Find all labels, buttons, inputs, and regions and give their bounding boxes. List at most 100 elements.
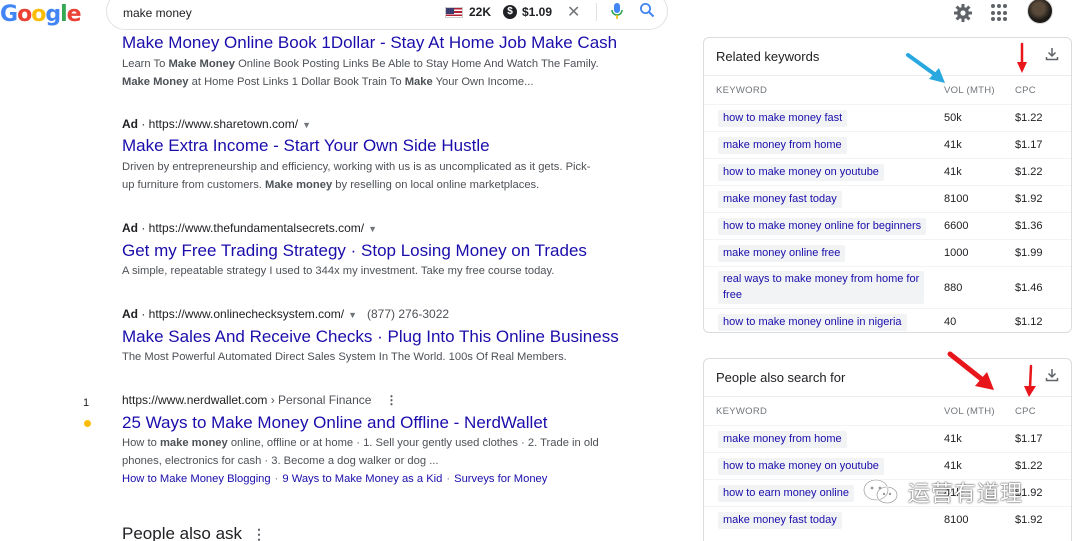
- ad-phone[interactable]: (877) 276-3022: [367, 307, 449, 321]
- search-result: Make Money Online Book 1Dollar - Stay At…: [122, 32, 682, 91]
- people-also-ask-label: People also ask: [122, 524, 243, 541]
- desc-line: Learn To Make Money Online Book Posting …: [122, 58, 599, 70]
- blue-annotation-arrow-icon: [906, 53, 945, 83]
- sitelink[interactable]: How to Make Money Blogging: [122, 473, 271, 485]
- result-description: How to make money online, offline or at …: [122, 434, 682, 470]
- clear-icon[interactable]: ✕: [567, 2, 580, 22]
- desc-line: How to make money online, offline or at …: [122, 437, 599, 449]
- result-title-link[interactable]: Make Sales And Receive Checks · Plug Int…: [122, 326, 682, 348]
- red-annotation-arrow-icon: [947, 351, 994, 390]
- microphone-icon[interactable]: [610, 2, 624, 20]
- result-title-link[interactable]: Make Extra Income - Start Your Own Side …: [122, 135, 682, 157]
- more-options-icon[interactable]: ⋮: [252, 526, 266, 541]
- keyword-link[interactable]: how to make money on youtube: [718, 458, 884, 475]
- red-annotation-arrow-icon: [1017, 42, 1027, 73]
- cpc-value: $1.36: [1015, 220, 1043, 232]
- table-row: make money fast today 8100 $1.92: [704, 506, 1071, 533]
- result-url-line: https://www.nerdwallet.com › Personal Fi…: [122, 393, 682, 409]
- apps-grid-icon[interactable]: [991, 4, 1009, 22]
- volume-value: 41k: [944, 166, 962, 178]
- download-icon[interactable]: [1045, 368, 1059, 382]
- cpc-value: $1.22: [1015, 112, 1043, 124]
- ad-url-line: Ad · https://www.onlinechecksystem.com/▼…: [122, 307, 450, 321]
- logo-letter: G: [0, 2, 18, 27]
- result-title-link[interactable]: Get my Free Trading Strategy · Stop Losi…: [122, 240, 682, 262]
- watermark-text: 运营有道理: [908, 482, 1024, 507]
- result-description: The Most Powerful Automated Direct Sales…: [122, 348, 682, 366]
- keyword-link[interactable]: how to make money on youtube: [718, 164, 884, 181]
- column-header[interactable]: VOL (MTH): [944, 406, 995, 417]
- column-header[interactable]: CPC: [1015, 85, 1036, 96]
- wechat-logo-icon: [863, 479, 898, 504]
- result-url[interactable]: https://www.nerdwallet.com: [122, 393, 267, 407]
- keyword-link[interactable]: how to earn money online: [718, 485, 854, 502]
- keyword-line: real ways to make money from home for: [723, 273, 920, 285]
- keyword-link[interactable]: make money online free: [718, 245, 846, 262]
- search-box[interactable]: make money 22K $ $1.09 ✕: [106, 0, 668, 30]
- result-url[interactable]: https://www.onlinechecksystem.com/: [149, 307, 344, 321]
- ad-label: Ad: [122, 117, 138, 131]
- result-url[interactable]: https://www.thefundamentalsecrets.com/: [149, 221, 364, 235]
- cpc-value: $1.17: [1015, 139, 1043, 151]
- result-breadcrumb: › Personal Finance: [267, 393, 372, 407]
- chevron-down-icon[interactable]: ▼: [368, 224, 377, 234]
- desc-line: up furniture from customers. Make money …: [122, 179, 540, 191]
- column-header[interactable]: CPC: [1015, 406, 1036, 417]
- table-row: make money fast today 8100 $1.92: [704, 185, 1071, 212]
- keyword-link[interactable]: make money from home: [718, 431, 847, 448]
- desc-line: Make Money at Home Post Links 1 Dollar B…: [122, 76, 534, 88]
- search-icon[interactable]: [639, 2, 655, 18]
- sitelink[interactable]: Surveys for Money: [454, 473, 547, 485]
- result-title-link[interactable]: Make Money Online Book 1Dollar - Stay At…: [122, 32, 682, 54]
- cpc-value: $1.46: [1015, 282, 1043, 294]
- column-header[interactable]: KEYWORD: [716, 85, 767, 96]
- keyword-link[interactable]: make money fast today: [718, 512, 842, 529]
- search-volume: 22K: [469, 5, 492, 19]
- sitelink[interactable]: 9 Ways to Make Money as a Kid: [282, 473, 442, 485]
- volume-value: 41k: [944, 460, 962, 472]
- search-cpc: $1.09: [522, 5, 553, 19]
- google-logo[interactable]: Google: [0, 2, 82, 27]
- chevron-down-icon[interactable]: ▼: [348, 310, 357, 320]
- table-row: how to make money online for beginners 66…: [704, 212, 1071, 239]
- ad-url-line: Ad · https://www.thefundamentalsecrets.c…: [122, 221, 378, 235]
- volume-value: 50k: [944, 112, 962, 124]
- download-icon[interactable]: [1045, 47, 1059, 61]
- result-title-link[interactable]: 25 Ways to Make Money Online and Offline…: [122, 412, 682, 434]
- account-avatar[interactable]: [1027, 0, 1053, 24]
- more-options-icon[interactable]: ⋮: [385, 393, 397, 407]
- result-url[interactable]: https://www.sharetown.com/: [149, 117, 298, 131]
- top-bar: Google make money 22K $ $1.09 ✕: [0, 0, 1080, 30]
- column-header[interactable]: KEYWORD: [716, 406, 767, 417]
- cpc-value: $1.12: [1015, 316, 1043, 328]
- keyword-link[interactable]: how to make money online for beginners: [718, 218, 927, 235]
- table-row: make money from home 41k $1.17: [704, 425, 1071, 452]
- table-row: make money from home 41k $1.17: [704, 131, 1071, 158]
- watermark: 运营有道理: [862, 476, 1023, 508]
- column-header[interactable]: VOL (MTH): [944, 85, 995, 96]
- cpc-value: $1.22: [1015, 460, 1043, 472]
- volume-value: 8100: [944, 514, 969, 526]
- search-input[interactable]: make money: [123, 6, 192, 20]
- table-row: how to make money fast 50k $1.22: [704, 104, 1071, 131]
- keyword-link[interactable]: make money fast today: [718, 191, 842, 208]
- table-row: make money online free 1000 $1.99: [704, 239, 1071, 266]
- table-header: KEYWORD VOL (MTH) CPC: [704, 76, 1071, 104]
- keyword-link[interactable]: real ways to make money from home for fre…: [718, 271, 925, 304]
- volume-value: 40: [944, 316, 957, 328]
- table-header: KEYWORD VOL (MTH) CPC: [704, 397, 1071, 425]
- cpc-value: $1.22: [1015, 166, 1043, 178]
- keyword-link[interactable]: make money from home: [718, 137, 847, 154]
- chevron-down-icon[interactable]: ▼: [302, 120, 311, 130]
- result-description: A simple, repeatable strategy I used to …: [122, 262, 682, 280]
- logo-letter: o: [17, 2, 32, 27]
- result-description: Driven by entrepreneurship and efficienc…: [122, 158, 682, 194]
- keyword-link[interactable]: how to make money fast: [718, 110, 848, 127]
- ad-result: Ad · https://www.onlinechecksystem.com/▼…: [122, 307, 682, 366]
- volume-value: 41k: [944, 433, 962, 445]
- ad-label: Ad: [122, 307, 138, 321]
- keyword-link[interactable]: how to make money online in nigeria: [718, 314, 907, 331]
- settings-gear-icon[interactable]: [953, 3, 973, 23]
- dollar-icon: $: [503, 5, 517, 19]
- people-also-search-panel: People also search for KEYWORD VOL (MTH)…: [703, 358, 1072, 541]
